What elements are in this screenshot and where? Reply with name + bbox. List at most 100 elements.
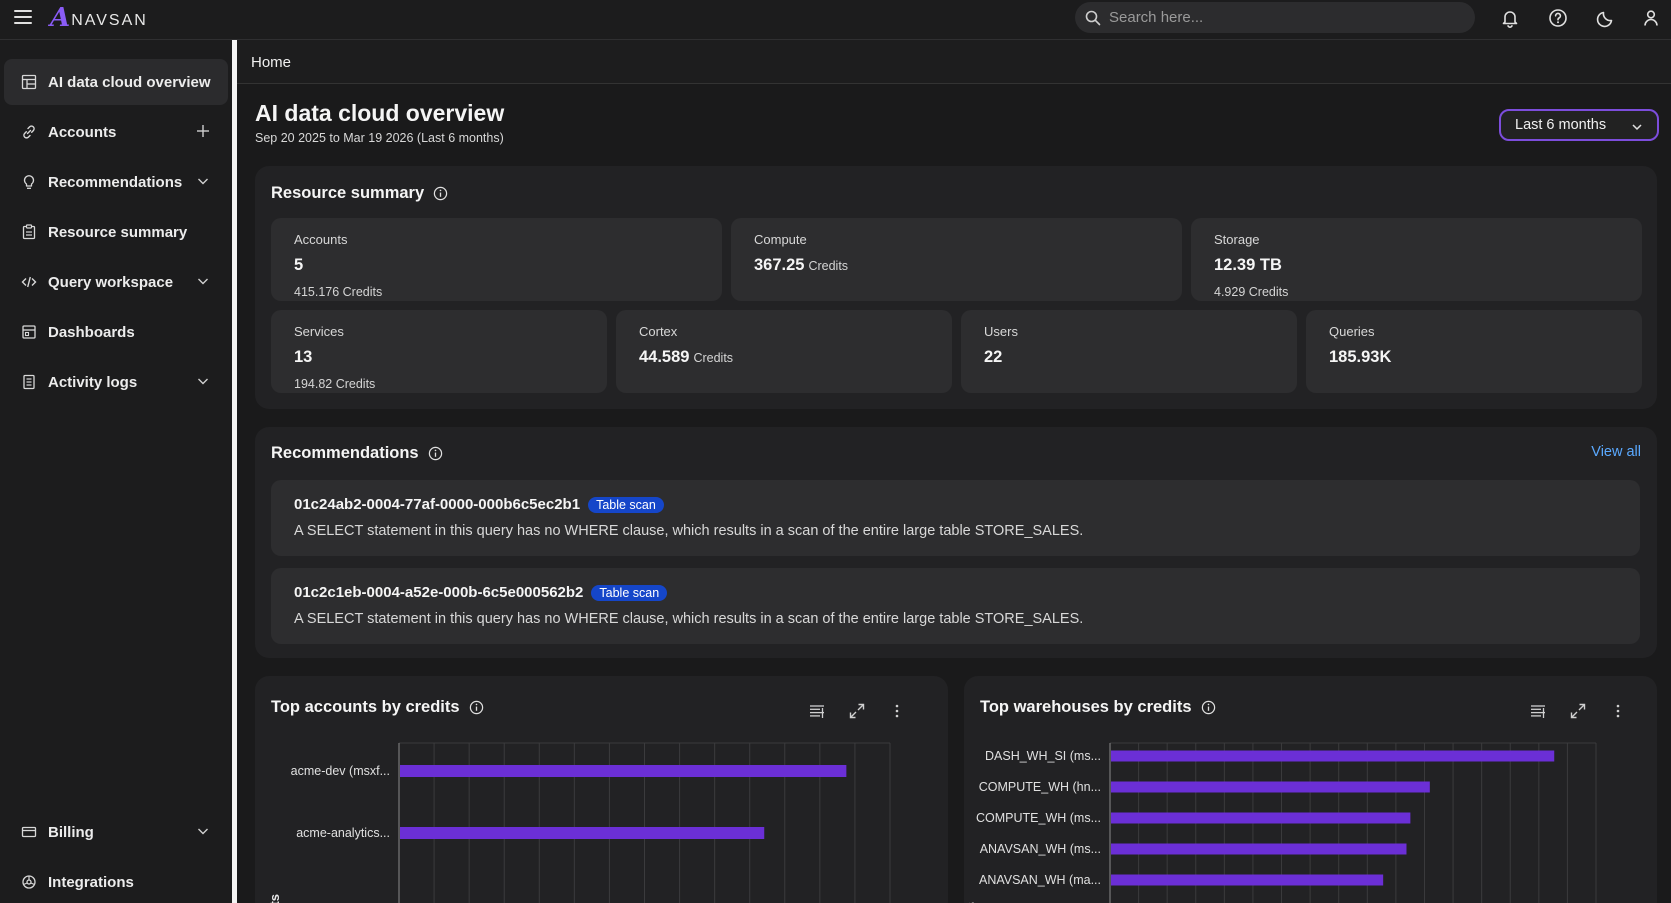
recommendation-item[interactable]: 01c24ab2-0004-77af-0000-000b6c5ec2b1 Tab… (271, 480, 1640, 556)
recommendation-item[interactable]: 01c2c1eb-0004-a52e-000b-6c5e000562b2 Tab… (271, 568, 1640, 644)
card-label: Compute (754, 232, 807, 247)
sidebar-item-label: Integrations (48, 873, 134, 891)
metric-card-storage[interactable]: Storage 12.39 TB 4.929 Credits (1191, 218, 1642, 301)
logo[interactable]: A NAVSAN (50, 3, 148, 33)
card-label: Storage (1214, 232, 1260, 247)
billing-icon (20, 823, 38, 841)
top-bar: A NAVSAN (0, 0, 1671, 40)
sidebar-item-activity-logs[interactable]: Activity logs (4, 359, 228, 405)
log-icon (20, 373, 38, 391)
top-warehouses-chart: DASH_WH_SI (ms... COMPUTE_WH (hn... COMPUT… (964, 742, 1597, 903)
recommendation-id: 01c24ab2-0004-77af-0000-000b6c5ec2b1 Tab… (294, 496, 664, 513)
card-value: 22 (984, 348, 1003, 366)
card-value: 12.39 TB (1214, 256, 1282, 274)
sidebar-item-label: Query workspace (48, 273, 174, 291)
sidebar-item-label: Activity logs (48, 373, 138, 391)
integrations-icon (20, 873, 38, 891)
card-value: 44.589 Credits (639, 348, 734, 366)
tag-badge: Table scan (591, 584, 668, 601)
sidebar-item-resource-summary[interactable]: Resource summary (4, 209, 228, 255)
chart-bar (1111, 750, 1555, 762)
metric-card-queries[interactable]: Queries 185.93K (1306, 310, 1642, 393)
chevron-down-icon[interactable] (196, 174, 210, 188)
card-label: Accounts (294, 232, 348, 247)
moon-icon[interactable] (1596, 8, 1616, 28)
date-range-dropdown[interactable]: Last 6 months (1499, 109, 1659, 141)
page-subtitle: Sep 20 2025 to Mar 19 2026 (Last 6 month… (255, 131, 504, 145)
metric-card-services[interactable]: Services 13 194.82 Credits (271, 310, 607, 393)
chart-bar (1111, 781, 1430, 793)
sidebar-item-label: Dashboards (48, 323, 135, 341)
clipboard-icon (20, 223, 38, 241)
resource-summary-title: Resource summary (271, 184, 448, 203)
breadcrumb[interactable]: Home (251, 54, 291, 71)
search-box[interactable] (1075, 2, 1475, 33)
chevron-down-icon[interactable] (196, 274, 210, 288)
card-value: 13 (294, 348, 313, 366)
sidebar: AI data cloud overview Accounts Recommen… (0, 40, 232, 903)
chevron-down-icon[interactable] (196, 374, 210, 388)
metric-card-compute[interactable]: Compute 367.25 Credits (731, 218, 1182, 301)
plus-icon[interactable] (196, 124, 210, 138)
y-tick-label: COMPUTE_WH (hn... (979, 780, 1101, 794)
grid-icon (20, 323, 38, 341)
lightbulb-icon (20, 173, 38, 191)
sidebar-item-label: Resource summary (48, 223, 188, 241)
card-label: Users (984, 324, 1018, 339)
info-icon[interactable] (428, 446, 443, 461)
top-accounts-panel: Top accounts by credits acme-dev (msxf..… (255, 676, 948, 903)
resource-summary-panel: Resource summary Accounts 5 415.176 Cred… (255, 166, 1657, 409)
dashboard-icon (20, 73, 38, 91)
code-icon (20, 273, 38, 291)
y-tick-label: acme-analytics... (296, 826, 390, 840)
sidebar-item-label: Recommendations (48, 173, 183, 191)
chart-bar (1111, 874, 1384, 886)
hamburger-icon[interactable] (14, 10, 32, 26)
bell-icon[interactable] (1500, 8, 1520, 28)
recommendations-title: Recommendations (271, 444, 443, 463)
panel-title-text: Resource summary (271, 184, 425, 202)
metric-card-users[interactable]: Users 22 (961, 310, 1297, 393)
chevron-down-icon[interactable] (196, 824, 210, 838)
sidebar-item-label: Billing (48, 823, 94, 841)
sidebar-item-billing[interactable]: Billing (4, 809, 228, 855)
sidebar-item-query-workspace[interactable]: Query workspace (4, 259, 228, 305)
sidebar-item-label: Accounts (48, 123, 117, 141)
help-icon[interactable] (1548, 8, 1568, 28)
link-icon (20, 123, 38, 141)
sidebar-item-dashboards[interactable]: Dashboards (4, 309, 228, 355)
recommendation-id: 01c2c1eb-0004-a52e-000b-6c5e000562b2 Tab… (294, 584, 668, 601)
date-range-label: Last 6 months (1515, 117, 1607, 133)
metric-card-cortex[interactable]: Cortex 44.589 Credits (616, 310, 952, 393)
card-unit: Credits (693, 351, 734, 365)
search-icon (1085, 10, 1101, 25)
sidebar-item-accounts[interactable]: Accounts (4, 109, 228, 155)
card-label: Services (294, 324, 344, 339)
card-unit: Credits (808, 259, 849, 273)
chart-bar (1111, 843, 1407, 855)
user-icon[interactable] (1641, 8, 1661, 28)
sidebar-item-overview[interactable]: AI data cloud overview (4, 59, 228, 105)
logo-mark: A (50, 3, 71, 33)
chart-bar (400, 765, 847, 777)
chevron-down-icon (1632, 124, 1642, 131)
info-icon[interactable] (433, 186, 448, 201)
sidebar-item-recommendations[interactable]: Recommendations (4, 159, 228, 205)
card-sub: 415.176 Credits (294, 285, 383, 299)
y-tick-label: ANAVSAN_WH (ms... (980, 842, 1101, 856)
tag-badge: Table scan (588, 496, 664, 513)
chart-bar (1111, 812, 1411, 824)
metric-card-accounts[interactable]: Accounts 5 415.176 Credits (271, 218, 722, 301)
card-sub: 4.929 Credits (1214, 285, 1289, 299)
y-tick-label: COMPUTE_WH (ms... (976, 811, 1101, 825)
view-all-link[interactable]: View all (1591, 444, 1641, 460)
search-input[interactable] (1109, 9, 1439, 26)
sidebar-item-integrations[interactable]: Integrations (4, 859, 228, 903)
y-tick-label: acme-dev (msxf... (291, 764, 390, 778)
y-axis-title: nts (267, 894, 282, 903)
sidebar-item-label: AI data cloud overview (48, 73, 211, 91)
breadcrumb-bar: Home (237, 40, 1671, 84)
main-content: Home AI data cloud overview Sep 20 2025 … (237, 40, 1671, 903)
panel-title-text: Recommendations (271, 444, 419, 462)
top-accounts-chart: acme-dev (msxf... acme-analytics... nts (267, 742, 891, 903)
